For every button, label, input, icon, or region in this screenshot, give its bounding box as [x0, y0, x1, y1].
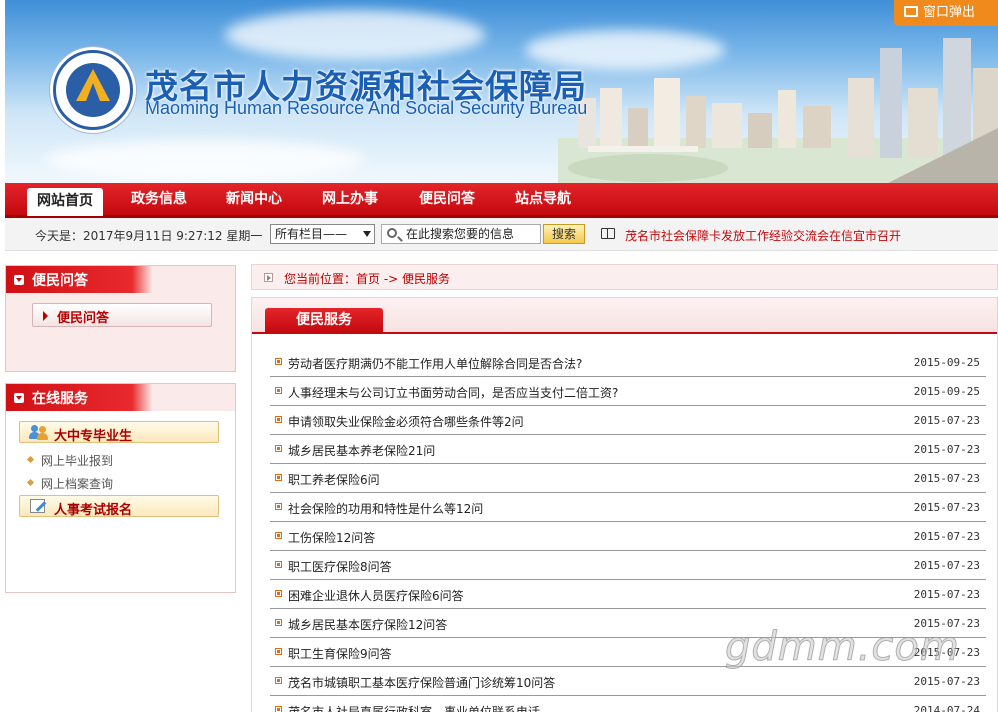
list-item-title[interactable]: 职工养老保险6问 [288, 471, 380, 488]
faq-panel-title: 便民问答 [32, 273, 88, 289]
faq-panel: 便民问答 便民问答 [5, 265, 236, 372]
list-item-title[interactable]: 茂名市城镇职工基本医疗保险普通门诊统筹10问答 [288, 674, 555, 691]
bureau-logo[interactable] [53, 50, 133, 130]
main-nav: 网站首页 政务信息 新闻中心 网上办事 便民问答 站点导航 [5, 183, 998, 218]
bullet-icon [275, 677, 282, 684]
list-item-title[interactable]: 劳动者医疗期满仍不能工作用人单位解除合同是否合法? [288, 355, 582, 372]
bullet-icon [275, 474, 282, 481]
search-input[interactable]: 在此搜索您要的信息 [381, 224, 541, 244]
info-bar: 今天是：2017年9月11日 9:27:12 星期一 所有栏目—— 在此搜索您要… [5, 218, 998, 251]
edit-form-icon [30, 499, 45, 513]
search-placeholder: 在此搜索您要的信息 [406, 227, 515, 241]
list-item-title[interactable]: 申请领取失业保险金必须符合哪些条件等2问 [288, 413, 524, 430]
list-item-date: 2015-07-23 [913, 414, 980, 427]
sidebar-item-faq[interactable]: 便民问答 [32, 303, 212, 327]
graduates-label: 大中专毕业生 [54, 429, 133, 444]
bullet-icon [275, 561, 282, 568]
list-item[interactable]: 劳动者医疗期满仍不能工作用人单位解除合同是否合法? 2015-09-25 [270, 348, 986, 377]
nav-news-center[interactable]: 新闻中心 [226, 183, 282, 215]
list-item[interactable]: 申请领取失业保险金必须符合哪些条件等2问 2015-07-23 [270, 406, 986, 435]
list-item-title[interactable]: 人事经理未与公司订立书面劳动合同，是否应当支付二倍工资? [288, 384, 618, 401]
caret-right-icon [43, 311, 48, 321]
nav-home[interactable]: 网站首页 [27, 188, 103, 216]
bullet-icon [275, 387, 282, 394]
popup-window-label: 窗口弹出 [923, 5, 976, 20]
graduate-registration-link[interactable]: 网上毕业报到 [26, 452, 114, 469]
personnel-exam-label: 人事考试报名 [54, 503, 133, 518]
list-item-date: 2015-07-23 [913, 559, 980, 572]
graduates-section[interactable]: 大中专毕业生 [19, 421, 219, 444]
nav-online-services[interactable]: 网上办事 [322, 183, 378, 215]
bullet-icon [275, 532, 282, 539]
bullet-icon [275, 416, 282, 423]
news-headline-link[interactable]: 茂名市社会保障卡发放工作经验交流会在信宜市召开 [625, 227, 901, 244]
list-item-date: 2015-07-23 [913, 472, 980, 485]
graduate-registration-label: 网上毕业报到 [41, 454, 114, 468]
archive-query-label: 网上档案查询 [41, 477, 114, 491]
tab-service[interactable]: 便民服务 [265, 308, 383, 333]
breadcrumb-text[interactable]: 您当前位置：首页 -> 便民服务 [284, 270, 450, 287]
personnel-exam-section[interactable]: 人事考试报名 [19, 495, 219, 518]
watermark: gdmm.com [725, 624, 960, 671]
bullet-icon [275, 648, 282, 655]
list-item-date: 2014-07-24 [913, 704, 980, 712]
list-item[interactable]: 工伤保险12问答 2015-07-23 [270, 522, 986, 551]
breadcrumb: 您当前位置：首页 -> 便民服务 [251, 264, 998, 290]
city-skyline-image [558, 38, 998, 183]
list-item-date: 2015-09-25 [913, 385, 980, 398]
list-item[interactable]: 社会保险的功用和特性是什么等12问 2015-07-23 [270, 493, 986, 522]
list-item[interactable]: 困难企业退休人员医疗保险6问答 2015-07-23 [270, 580, 986, 609]
list-item[interactable]: 城乡居民基本养老保险21问 2015-07-23 [270, 435, 986, 464]
popup-window-button[interactable]: 窗口弹出 [894, 0, 998, 26]
list-item-date: 2015-07-23 [913, 588, 980, 601]
current-date: 今天是：2017年9月11日 9:27:12 星期一 [35, 229, 263, 243]
list-item-date: 2015-07-23 [913, 501, 980, 514]
people-icon [29, 424, 49, 440]
online-services-panel: 在线服务 大中专毕业生 网上毕业报到 网上档案查询 人事考试报名 [5, 383, 236, 593]
list-item-title[interactable]: 工伤保险12问答 [288, 529, 375, 546]
arrow-right-icon [264, 273, 273, 282]
list-item-date: 2015-07-23 [913, 530, 980, 543]
monitor-icon [904, 6, 918, 17]
list-item[interactable]: 人事经理未与公司订立书面劳动合同，是否应当支付二倍工资? 2015-09-25 [270, 377, 986, 406]
bullet-icon [275, 706, 282, 712]
online-services-title: 在线服务 [32, 391, 88, 407]
list-item[interactable]: 茂名市城镇职工基本医疗保险普通门诊统筹10问答 2015-07-23 [270, 667, 986, 696]
bullet-icon [275, 590, 282, 597]
collapse-icon[interactable] [14, 275, 24, 285]
list-item[interactable]: 茂名市人社局直属行政科室、事业单位联系电话 2014-07-24 [270, 696, 986, 712]
bullet-icon [275, 503, 282, 510]
header-banner: 茂名市人力资源和社会保障局 Maoming Human Resource And… [5, 0, 998, 183]
book-icon [601, 228, 615, 239]
list-item-title[interactable]: 困难企业退休人员医疗保险6问答 [288, 587, 464, 604]
search-icon [387, 228, 397, 238]
list-item[interactable]: 职工养老保险6问 2015-07-23 [270, 464, 986, 493]
list-item-title[interactable]: 城乡居民基本养老保险21问 [288, 442, 435, 459]
nav-site-map[interactable]: 站点导航 [515, 183, 571, 215]
search-button[interactable]: 搜索 [543, 224, 585, 244]
bullet-icon [275, 619, 282, 626]
category-select[interactable]: 所有栏目—— [270, 224, 375, 244]
site-title-en: Maoming Human Resource And Social Securi… [145, 98, 588, 118]
list-item-title[interactable]: 职工医疗保险8问答 [288, 558, 392, 575]
chevron-down-icon [363, 231, 371, 237]
bullet-icon [275, 358, 282, 365]
list-item-title[interactable]: 城乡居民基本医疗保险12问答 [288, 616, 447, 633]
list-item[interactable]: 职工医疗保险8问答 2015-07-23 [270, 551, 986, 580]
archive-query-link[interactable]: 网上档案查询 [26, 475, 114, 492]
list-item-date: 2015-09-25 [913, 356, 980, 369]
list-item-title[interactable]: 社会保险的功用和特性是什么等12问 [288, 500, 483, 517]
list-item-title[interactable]: 职工生育保险9问答 [288, 645, 392, 662]
nav-government-info[interactable]: 政务信息 [131, 183, 187, 215]
list-item-date: 2015-07-23 [913, 443, 980, 456]
bullet-icon [275, 445, 282, 452]
category-select-value: 所有栏目—— [275, 227, 348, 241]
nav-faq[interactable]: 便民问答 [419, 183, 475, 215]
list-item-date: 2015-07-23 [913, 675, 980, 688]
list-item-title[interactable]: 茂名市人社局直属行政科室、事业单位联系电话 [288, 703, 540, 712]
sidebar-item-label: 便民问答 [57, 311, 110, 326]
collapse-icon[interactable] [14, 393, 24, 403]
